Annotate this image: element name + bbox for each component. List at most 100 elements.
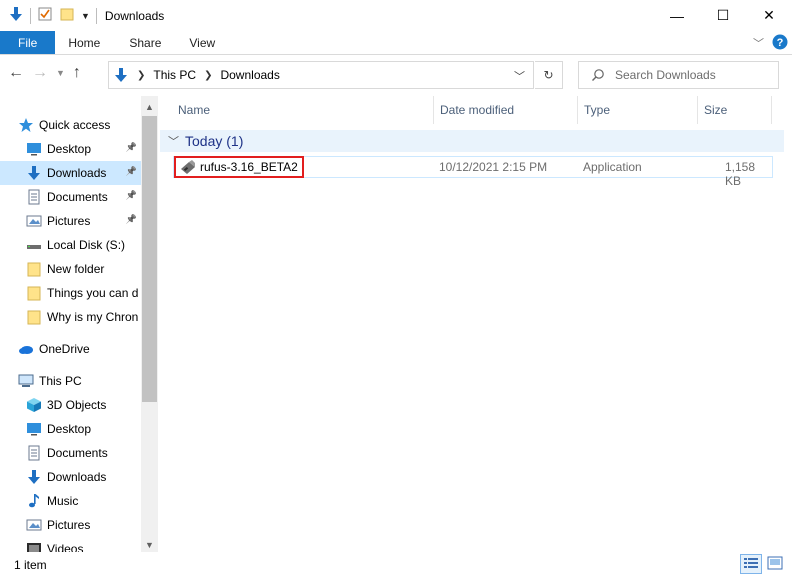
sidebar-item-videos[interactable]: Videos	[0, 537, 141, 552]
sidebar-item-pictures[interactable]: Pictures 📌	[0, 209, 141, 233]
sidebar-item-why-is-my-chron[interactable]: Why is my Chron	[0, 305, 141, 329]
search-box[interactable]: Search Downloads	[578, 61, 779, 89]
sidebar-item-documents[interactable]: Documents	[0, 441, 141, 465]
details-view-icon	[743, 556, 759, 573]
sidebar-item-documents[interactable]: Documents 📌	[0, 185, 141, 209]
sidebar-item-label: Downloads	[47, 470, 107, 484]
scroll-down-icon[interactable]: ▼	[141, 536, 158, 552]
scroll-thumb[interactable]	[142, 116, 157, 402]
downloads-location-icon	[113, 67, 129, 83]
video-icon	[26, 541, 42, 552]
sidebar-item-local-disk-s[interactable]: Local Disk (S:)	[0, 233, 141, 257]
file-size: 1,158 KB	[725, 160, 756, 188]
desktop-icon	[26, 141, 42, 157]
file-date: 10/12/2021 2:15 PM	[439, 160, 548, 174]
sidebar-item-label: Why is my Chron	[47, 310, 139, 324]
customize-toolbar-icon[interactable]: ▼	[81, 11, 90, 21]
tab-file[interactable]: File	[0, 31, 56, 54]
sidebar-item-label: Things you can d	[47, 286, 139, 300]
column-date-modified[interactable]: Date modified	[434, 96, 578, 124]
pin-icon: 📌	[125, 142, 137, 152]
details-view-button[interactable]	[740, 554, 762, 574]
breadcrumb-this-pc[interactable]: This PC	[153, 68, 196, 82]
sidebar-item-quick-access[interactable]: Quick access	[0, 113, 141, 137]
table-row[interactable]: rufus-3.16_BETA2 10/12/2021 2:15 PM Appl…	[173, 156, 773, 188]
download-icon	[26, 165, 42, 181]
new-folder-icon[interactable]	[59, 6, 75, 25]
address-row: ← → ▼ ↑ ❯ This PC ❯ Downloads ﹀ ↻ Search…	[0, 56, 792, 94]
document-icon	[26, 445, 42, 461]
sidebar-item-label: Quick access	[39, 118, 111, 132]
sidebar-item-downloads[interactable]: Downloads	[0, 465, 141, 489]
item-count: 1 item	[14, 557, 47, 572]
folder-icon	[26, 285, 42, 301]
refresh-button[interactable]: ↻	[535, 61, 563, 89]
music-icon	[26, 493, 42, 509]
window-title: Downloads	[104, 8, 165, 23]
breadcrumb-downloads[interactable]: Downloads	[220, 68, 279, 82]
close-button[interactable]: ✕	[746, 0, 792, 31]
refresh-icon: ↻	[543, 68, 554, 82]
sidebar-item-label: 3D Objects	[47, 398, 107, 412]
large-icons-view-button[interactable]	[764, 554, 786, 574]
properties-icon[interactable]	[37, 6, 53, 25]
drive-icon	[26, 237, 42, 253]
sidebar-item-things-you-can-d[interactable]: Things you can d	[0, 281, 141, 305]
recent-locations-icon[interactable]: ▼	[56, 68, 65, 78]
separator	[30, 7, 31, 24]
group-label: Today (1)	[185, 133, 244, 149]
scroll-up-icon[interactable]: ▲	[141, 98, 158, 115]
sidebar-item-label: Local Disk (S:)	[47, 238, 126, 252]
sidebar-item-label: Desktop	[47, 422, 92, 436]
tab-view[interactable]: View	[177, 31, 227, 54]
quick-access-toolbar: ▼	[0, 6, 97, 25]
file-name-highlight[interactable]: rufus-3.16_BETA2	[174, 156, 304, 178]
star-icon	[18, 117, 34, 133]
sidebar-item-label: Documents	[47, 446, 108, 460]
forward-icon[interactable]: →	[32, 64, 48, 82]
up-icon[interactable]: ↑	[73, 64, 81, 82]
chevron-right-icon[interactable]: ❯	[204, 70, 212, 81]
nav-scrollbar[interactable]: ▲ ▼	[141, 96, 158, 552]
help-icon[interactable]: ?	[772, 34, 788, 53]
pictures-icon	[26, 517, 42, 533]
search-icon	[591, 68, 605, 82]
sidebar-item-onedrive[interactable]: OneDrive	[0, 337, 141, 361]
back-icon[interactable]: ←	[8, 64, 24, 82]
search-input[interactable]: Search Downloads	[615, 68, 716, 82]
sidebar-item-music[interactable]: Music	[0, 489, 141, 513]
tab-share[interactable]: Share	[113, 31, 177, 54]
sidebar-item-label: Documents	[47, 190, 108, 204]
sidebar-item-pictures[interactable]: Pictures	[0, 513, 141, 537]
group-header-today[interactable]: ﹀ Today (1)	[160, 130, 784, 152]
column-name[interactable]: Name	[160, 96, 434, 124]
download-icon	[26, 469, 42, 485]
document-icon	[26, 189, 42, 205]
computer-icon	[18, 373, 34, 389]
chevron-down-icon[interactable]: ﹀	[168, 133, 179, 149]
chevron-right-icon[interactable]: ❯	[137, 70, 145, 81]
large-icons-view-icon	[767, 556, 783, 573]
file-list: Name Date modified Type Size ﹀ Today (1)…	[160, 96, 792, 552]
ribbon-tabs: File Home Share View ﹀ ?	[0, 31, 792, 55]
usb-drive-app-icon	[180, 159, 196, 175]
address-bar[interactable]: ❯ This PC ❯ Downloads ﹀	[108, 61, 534, 89]
expand-ribbon-icon[interactable]: ﹀	[753, 35, 764, 51]
address-dropdown-icon[interactable]: ﹀	[514, 68, 525, 84]
column-size[interactable]: Size	[698, 96, 772, 124]
sidebar-item-desktop[interactable]: Desktop 📌	[0, 137, 141, 161]
maximize-button[interactable]: ☐	[700, 0, 746, 31]
minimize-button[interactable]: —	[654, 0, 700, 31]
sidebar-item-this-pc[interactable]: This PC	[0, 369, 141, 393]
status-bar: 1 item	[0, 552, 792, 577]
column-headers: Name Date modified Type Size	[160, 96, 792, 124]
title-bar: ▼ Downloads — ☐ ✕	[0, 0, 792, 31]
sidebar-item-new-folder[interactable]: New folder	[0, 257, 141, 281]
sidebar-item-label: Pictures	[47, 518, 91, 532]
column-type[interactable]: Type	[578, 96, 698, 124]
sidebar-item-3d-objects[interactable]: 3D Objects	[0, 393, 141, 417]
tab-home[interactable]: Home	[55, 31, 113, 54]
download-arrow-icon[interactable]	[8, 6, 24, 25]
sidebar-item-downloads[interactable]: Downloads 📌	[0, 161, 141, 185]
sidebar-item-desktop[interactable]: Desktop	[0, 417, 141, 441]
